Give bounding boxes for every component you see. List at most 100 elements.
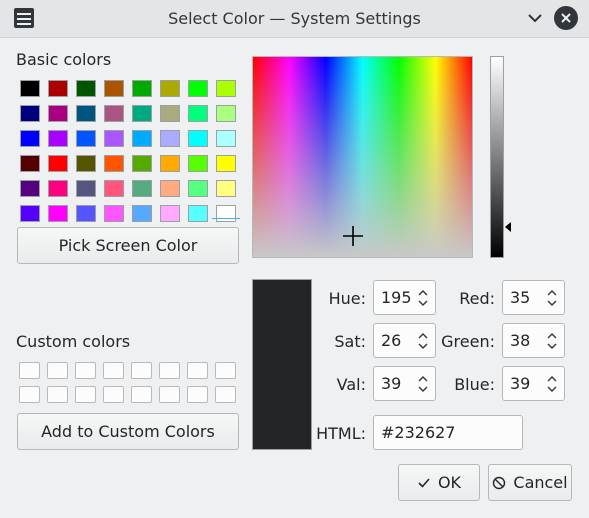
custom-color-slot[interactable] xyxy=(75,362,96,379)
green-spinbox[interactable]: 38 xyxy=(502,323,565,358)
basic-color-swatch[interactable] xyxy=(216,80,236,97)
basic-color-swatch[interactable] xyxy=(160,180,180,197)
basic-color-swatch[interactable] xyxy=(48,105,68,122)
spin-arrows-icon[interactable] xyxy=(417,330,429,352)
red-label: Red: xyxy=(459,289,495,308)
basic-color-swatch[interactable] xyxy=(188,205,208,222)
basic-color-swatch[interactable] xyxy=(132,105,152,122)
basic-colors-label: Basic colors xyxy=(16,50,112,69)
basic-color-swatch[interactable] xyxy=(104,80,124,97)
custom-color-slot[interactable] xyxy=(47,362,68,379)
spin-arrows-icon[interactable] xyxy=(546,330,558,352)
luminance-marker-icon[interactable] xyxy=(505,222,511,232)
ok-button[interactable]: OK xyxy=(398,464,480,501)
html-value: #232627 xyxy=(381,423,456,442)
custom-color-slot[interactable] xyxy=(215,386,236,403)
custom-color-slot[interactable] xyxy=(215,362,236,379)
basic-color-swatch[interactable] xyxy=(132,180,152,197)
basic-color-swatch[interactable] xyxy=(188,155,208,172)
sat-spinbox[interactable]: 26 xyxy=(373,323,436,358)
basic-color-swatch[interactable] xyxy=(216,130,236,147)
color-preview xyxy=(252,279,312,450)
basic-color-swatch[interactable] xyxy=(48,130,68,147)
custom-color-slot[interactable] xyxy=(103,386,124,403)
basic-color-swatch[interactable] xyxy=(76,105,96,122)
html-color-input[interactable]: #232627 xyxy=(373,415,523,450)
red-value: 35 xyxy=(510,288,531,307)
custom-color-slot[interactable] xyxy=(131,386,152,403)
basic-color-swatch[interactable] xyxy=(132,130,152,147)
basic-color-swatch[interactable] xyxy=(132,80,152,97)
check-icon xyxy=(418,477,430,488)
hue-value: 195 xyxy=(381,288,412,307)
luminance-slider[interactable] xyxy=(490,56,504,258)
basic-color-swatch[interactable] xyxy=(188,180,208,197)
basic-color-swatch[interactable] xyxy=(48,180,68,197)
custom-color-slot[interactable] xyxy=(159,386,180,403)
basic-color-swatch[interactable] xyxy=(48,155,68,172)
basic-color-swatch[interactable] xyxy=(104,130,124,147)
basic-color-swatch[interactable] xyxy=(188,80,208,97)
basic-color-swatch[interactable] xyxy=(20,205,40,222)
basic-color-swatch[interactable] xyxy=(48,80,68,97)
basic-color-swatch[interactable] xyxy=(132,205,152,222)
val-spinbox[interactable]: 39 xyxy=(373,366,436,401)
cancel-button[interactable]: Cancel xyxy=(488,464,572,501)
basic-color-swatch[interactable] xyxy=(188,105,208,122)
basic-color-swatch[interactable] xyxy=(76,155,96,172)
hue-spinbox[interactable]: 195 xyxy=(373,280,436,315)
basic-color-swatch[interactable] xyxy=(216,105,236,122)
window-title: Select Color — System Settings xyxy=(168,9,421,28)
close-icon[interactable] xyxy=(554,6,578,30)
basic-color-swatch[interactable] xyxy=(76,130,96,147)
basic-color-swatch[interactable] xyxy=(216,155,236,172)
custom-color-slot[interactable] xyxy=(47,386,68,403)
basic-color-swatch[interactable] xyxy=(76,205,96,222)
basic-color-swatch[interactable] xyxy=(76,180,96,197)
custom-color-slot[interactable] xyxy=(103,362,124,379)
basic-color-swatch[interactable] xyxy=(20,105,40,122)
basic-color-swatch[interactable] xyxy=(188,130,208,147)
basic-color-swatch[interactable] xyxy=(216,205,236,222)
basic-color-swatch[interactable] xyxy=(160,80,180,97)
custom-color-slot[interactable] xyxy=(19,386,40,403)
cancel-label: Cancel xyxy=(513,473,568,492)
add-to-custom-colors-button[interactable]: Add to Custom Colors xyxy=(17,413,239,450)
basic-color-swatch[interactable] xyxy=(104,105,124,122)
custom-colors-label: Custom colors xyxy=(16,332,131,351)
spin-arrows-icon[interactable] xyxy=(417,287,429,309)
basic-color-swatch[interactable] xyxy=(160,105,180,122)
basic-color-swatch[interactable] xyxy=(132,155,152,172)
basic-color-swatch[interactable] xyxy=(160,155,180,172)
ok-label: OK xyxy=(437,473,462,492)
spin-arrows-icon[interactable] xyxy=(546,373,558,395)
custom-color-slot[interactable] xyxy=(19,362,40,379)
custom-color-slot[interactable] xyxy=(131,362,152,379)
basic-color-swatch[interactable] xyxy=(160,205,180,222)
custom-color-slot[interactable] xyxy=(159,362,180,379)
basic-color-swatch[interactable] xyxy=(20,80,40,97)
basic-color-swatch[interactable] xyxy=(20,180,40,197)
basic-color-swatch[interactable] xyxy=(216,180,236,197)
custom-color-slot[interactable] xyxy=(75,386,96,403)
pick-screen-color-button[interactable]: Pick Screen Color xyxy=(17,227,239,264)
blue-label: Blue: xyxy=(454,375,495,394)
basic-color-swatch[interactable] xyxy=(76,80,96,97)
spin-arrows-icon[interactable] xyxy=(546,287,558,309)
basic-color-swatch[interactable] xyxy=(20,130,40,147)
basic-color-swatch[interactable] xyxy=(104,180,124,197)
basic-color-swatch[interactable] xyxy=(160,130,180,147)
basic-color-swatch[interactable] xyxy=(104,155,124,172)
blue-spinbox[interactable]: 39 xyxy=(502,366,565,401)
basic-color-swatch[interactable] xyxy=(104,205,124,222)
cancel-circle-icon xyxy=(493,476,506,489)
minimize-chevron-icon[interactable] xyxy=(523,6,547,30)
sat-label: Sat: xyxy=(334,332,366,351)
basic-color-swatch[interactable] xyxy=(48,205,68,222)
red-spinbox[interactable]: 35 xyxy=(502,280,565,315)
spin-arrows-icon[interactable] xyxy=(417,373,429,395)
custom-color-slot[interactable] xyxy=(187,362,208,379)
basic-color-swatch[interactable] xyxy=(20,155,40,172)
custom-color-slot[interactable] xyxy=(187,386,208,403)
crosshair-icon xyxy=(343,226,363,246)
